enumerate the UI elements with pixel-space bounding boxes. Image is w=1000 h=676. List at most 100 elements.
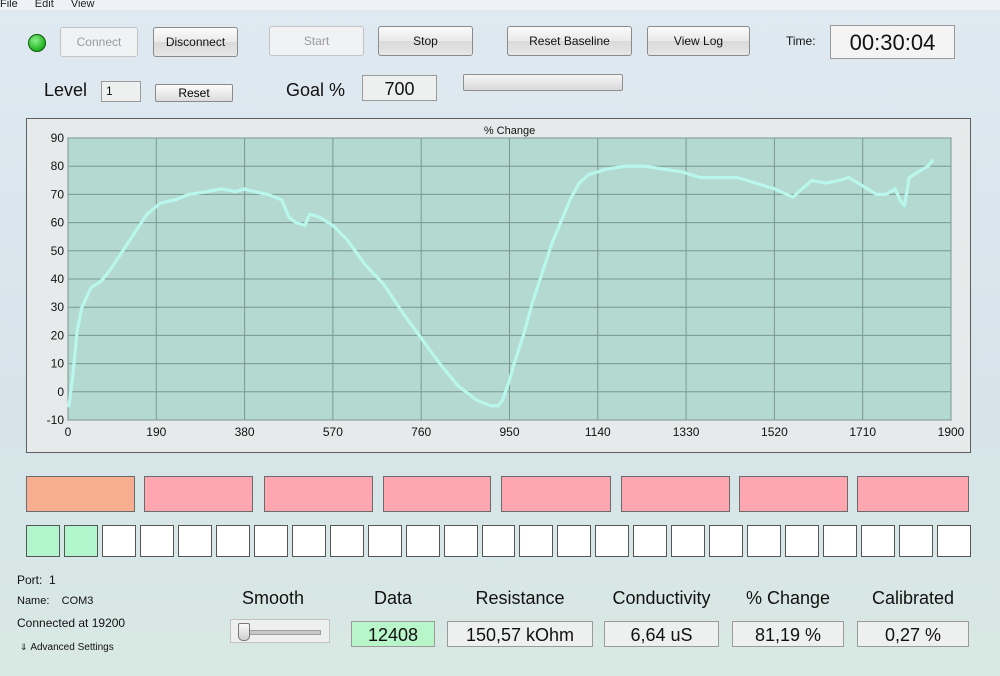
resistance-value: 150,57 kOhm: [447, 621, 593, 647]
advanced-settings-toggle[interactable]: ⇓ Advanced Settings: [20, 642, 114, 653]
x-tick-label: 1710: [849, 425, 876, 439]
double-chevron-down-icon: ⇓: [20, 642, 28, 652]
progress-cell: [823, 525, 858, 557]
port-value: 1: [49, 573, 56, 587]
x-tick-label: 1900: [938, 425, 965, 439]
goal-value: 700: [362, 75, 437, 101]
level-tile: [857, 476, 969, 512]
menu-edit[interactable]: Edit: [35, 0, 54, 10]
progress-cell: [367, 525, 402, 557]
chart-canvas: 0 190 380 570 760 950 1140 1330 1520 1710 1900-100…: [47, 125, 965, 439]
progress-cell: [63, 525, 98, 557]
view-log-button[interactable]: View Log: [647, 26, 750, 56]
level-tile: [739, 476, 848, 512]
y-tick-label: 70: [51, 187, 65, 201]
level-tile: [621, 476, 730, 512]
conductivity-value: 6,64 uS: [604, 621, 719, 647]
smooth-slider-track: [241, 630, 321, 635]
level-label: Level: [44, 80, 88, 100]
level-input[interactable]: 1: [101, 81, 141, 102]
menu-file[interactable]: File: [0, 0, 18, 10]
progress-cell: [709, 525, 744, 557]
goal-progress-bar: [463, 74, 623, 91]
time-display: 00:30:04: [830, 25, 955, 59]
y-tick-label: 10: [51, 357, 65, 371]
smooth-label: Smooth: [241, 588, 305, 608]
y-tick-label: 90: [51, 131, 65, 145]
progress-cell: [519, 525, 554, 557]
level-tile: [383, 476, 491, 512]
menu-bar: File Edit View: [0, 0, 1000, 10]
x-tick-label: 1140: [585, 425, 611, 439]
name-label: Name:: [17, 595, 50, 607]
port-info: Port: 1: [17, 573, 56, 587]
level-tile: [264, 476, 373, 512]
progress-cell: [785, 525, 820, 557]
progress-cell: [101, 525, 136, 557]
y-tick-label: 80: [51, 159, 65, 173]
x-tick-label: 760: [411, 425, 431, 439]
progress-cell: [26, 525, 60, 557]
conductivity-label: Conductivity: [612, 588, 711, 608]
progress-cell: [861, 525, 896, 557]
chart-title: % Change: [484, 125, 535, 137]
y-tick-label: 0: [57, 385, 64, 399]
progress-cell: [443, 525, 478, 557]
menu-view[interactable]: View: [71, 0, 95, 10]
y-tick-label: -10: [47, 413, 65, 427]
level-reset-button[interactable]: Reset: [155, 84, 233, 102]
x-tick-label: 190: [146, 425, 166, 439]
progress-cell: [215, 525, 250, 557]
progress-cell: [937, 525, 971, 557]
goal-label: Goal %: [286, 80, 346, 100]
connection-status-led: [28, 34, 46, 52]
x-tick-label: 1520: [761, 425, 788, 439]
progress-cell: [329, 525, 364, 557]
name-info: Name: COM3: [17, 595, 93, 607]
progress-cell: [899, 525, 934, 557]
x-tick-label: 570: [323, 425, 343, 439]
level-tile: [144, 476, 253, 512]
percent-change-value: 81,19 %: [732, 621, 844, 647]
y-tick-label: 30: [51, 300, 65, 314]
reset-baseline-button[interactable]: Reset Baseline: [507, 26, 632, 56]
y-tick-label: 60: [51, 216, 65, 230]
connection-status-text: Connected at 19200: [17, 616, 126, 630]
advanced-settings-label: Advanced Settings: [30, 642, 114, 653]
x-tick-label: 380: [235, 425, 255, 439]
progress-cell: [557, 525, 592, 557]
progress-cell: [253, 525, 288, 557]
smooth-slider[interactable]: [230, 619, 330, 643]
progress-cell: [633, 525, 668, 557]
name-value: COM3: [61, 595, 94, 607]
progress-cell: [291, 525, 326, 557]
port-label: Port:: [17, 573, 43, 587]
y-tick-label: 40: [51, 272, 65, 286]
percent-change-label: % Change: [745, 588, 831, 608]
x-tick-label: 1330: [673, 425, 700, 439]
connect-button[interactable]: Connect: [60, 27, 138, 57]
progress-cell: [481, 525, 516, 557]
progress-cell: [671, 525, 706, 557]
calibrated-value: 0,27 %: [857, 621, 969, 647]
y-tick-label: 50: [51, 244, 65, 258]
progress-cell: [139, 525, 174, 557]
start-button[interactable]: Start: [269, 26, 364, 56]
progress-cell: [177, 525, 212, 557]
calibrated-label: Calibrated: [871, 588, 955, 608]
y-tick-label: 20: [51, 328, 65, 342]
level-tile: [26, 476, 135, 512]
progress-cell: [747, 525, 782, 557]
progress-cell: [405, 525, 440, 557]
stop-button[interactable]: Stop: [378, 26, 473, 56]
progress-cell: [595, 525, 630, 557]
resistance-label: Resistance: [475, 588, 565, 608]
data-value: 12408: [351, 621, 435, 647]
smooth-slider-thumb[interactable]: [238, 623, 250, 641]
x-tick-label: 0: [65, 425, 72, 439]
data-label: Data: [373, 588, 413, 608]
percent-change-chart: 0 190 380 570 760 950 1140 1330 1520 1710 1900 -10 0…: [26, 118, 971, 453]
time-label: Time:: [786, 34, 816, 48]
x-tick-label: 950: [499, 425, 519, 439]
disconnect-button[interactable]: Disconnect: [153, 27, 238, 57]
